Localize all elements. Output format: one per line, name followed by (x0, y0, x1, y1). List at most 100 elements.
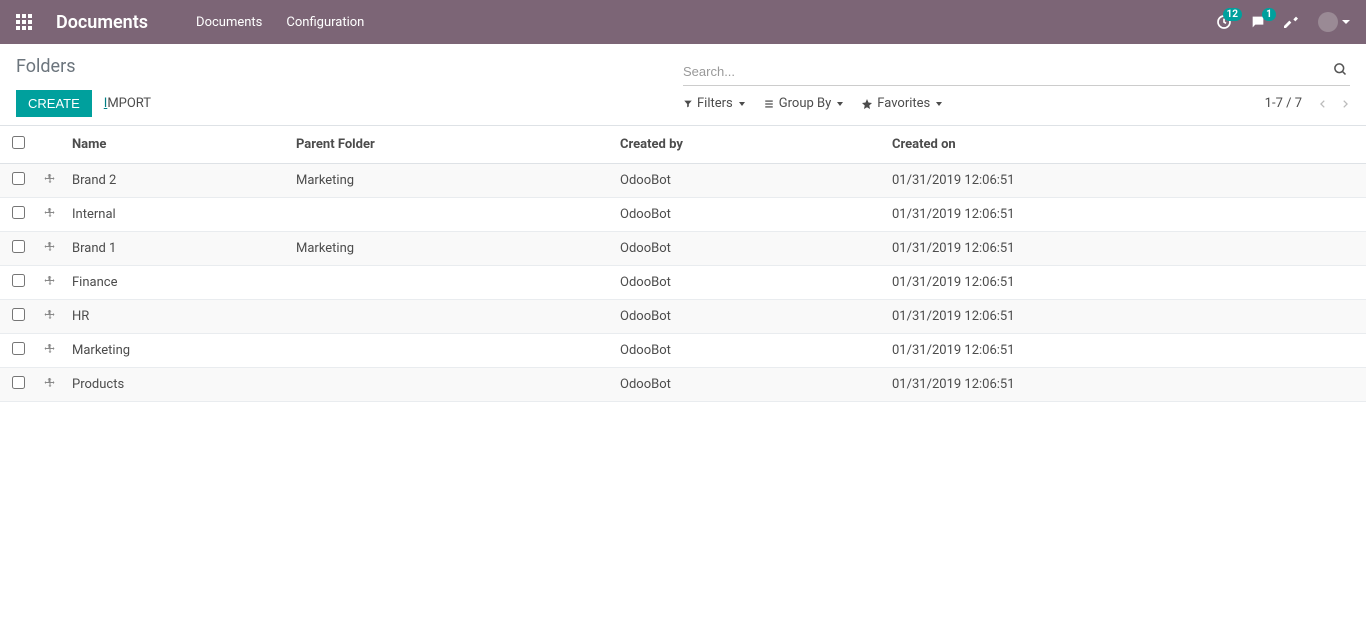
row-handle-cell (36, 232, 64, 266)
funnel-icon (683, 99, 693, 109)
drag-handle-icon[interactable] (44, 275, 56, 287)
row-checkbox[interactable] (12, 240, 25, 253)
header-createdby[interactable]: Created by (612, 126, 884, 164)
drag-handle-icon[interactable] (44, 343, 56, 355)
row-checkbox-cell (0, 232, 36, 266)
navbar-left: Documents Documents Configuration (16, 12, 1216, 33)
row-checkbox-cell (0, 266, 36, 300)
nav-link-configuration[interactable]: Configuration (286, 15, 364, 30)
row-checkbox[interactable] (12, 308, 25, 321)
table-row[interactable]: MarketingOdooBot01/31/2019 12:06:51 (0, 334, 1366, 368)
import-rest: mport (107, 96, 151, 111)
row-checkbox[interactable] (12, 206, 25, 219)
debug-button[interactable] (1284, 14, 1300, 30)
row-checkbox[interactable] (12, 172, 25, 185)
pager-next[interactable] (1340, 97, 1350, 111)
header-createdon[interactable]: Created on (884, 126, 1366, 164)
row-checkbox-cell (0, 300, 36, 334)
cell-createdon: 01/31/2019 12:06:51 (884, 164, 1366, 198)
drag-handle-icon[interactable] (44, 241, 56, 253)
wrench-icon (1284, 14, 1300, 30)
search-input[interactable] (683, 60, 1350, 85)
cell-parent: Marketing (288, 232, 612, 266)
drag-handle-icon[interactable] (44, 309, 56, 321)
table-row[interactable]: InternalOdooBot01/31/2019 12:06:51 (0, 198, 1366, 232)
header-parent[interactable]: Parent Folder (288, 126, 612, 164)
row-handle-cell (36, 198, 64, 232)
table-row[interactable]: Brand 1MarketingOdooBot01/31/2019 12:06:… (0, 232, 1366, 266)
apps-icon[interactable] (16, 14, 32, 30)
star-icon (861, 98, 873, 110)
cell-parent (288, 334, 612, 368)
row-handle-cell (36, 368, 64, 402)
groupby-button[interactable]: Group By (763, 96, 844, 111)
row-checkbox[interactable] (12, 342, 25, 355)
discuss-badge: 1 (1262, 8, 1276, 21)
header-checkbox-cell (0, 126, 36, 164)
cell-name: HR (64, 300, 288, 334)
list-icon (763, 99, 775, 109)
cell-name: Marketing (64, 334, 288, 368)
table-wrap: Name Parent Folder Created by Created on… (0, 125, 1366, 402)
cp-top-right (683, 52, 1350, 86)
table-row[interactable]: ProductsOdooBot01/31/2019 12:06:51 (0, 368, 1366, 402)
cell-createdby: OdooBot (612, 266, 884, 300)
chevron-down-icon (739, 102, 745, 106)
row-handle-cell (36, 334, 64, 368)
row-checkbox-cell (0, 334, 36, 368)
row-checkbox-cell (0, 198, 36, 232)
cell-createdby: OdooBot (612, 164, 884, 198)
cell-name: Internal (64, 198, 288, 232)
cell-name: Products (64, 368, 288, 402)
import-button[interactable]: Import (104, 96, 151, 111)
filters-button[interactable]: Filters (683, 96, 745, 111)
cell-createdby: OdooBot (612, 232, 884, 266)
nav-link-documents[interactable]: Documents (196, 15, 262, 30)
avatar (1318, 12, 1338, 32)
cp-top: Folders (16, 52, 1350, 86)
row-handle-cell (36, 300, 64, 334)
pager-prev[interactable] (1318, 97, 1328, 111)
cell-createdby: OdooBot (612, 198, 884, 232)
cell-parent: Marketing (288, 164, 612, 198)
row-checkbox[interactable] (12, 376, 25, 389)
select-all-checkbox[interactable] (12, 136, 25, 149)
cell-createdon: 01/31/2019 12:06:51 (884, 300, 1366, 334)
cell-name: Brand 2 (64, 164, 288, 198)
search-icon[interactable] (1333, 62, 1348, 77)
favorites-button[interactable]: Favorites (861, 96, 942, 111)
create-button[interactable]: Create (16, 90, 92, 117)
chevron-down-icon (936, 102, 942, 106)
row-checkbox-cell (0, 368, 36, 402)
cell-name: Brand 1 (64, 232, 288, 266)
discuss-button[interactable]: 1 (1250, 14, 1266, 30)
user-menu[interactable] (1318, 12, 1350, 32)
cell-createdon: 01/31/2019 12:06:51 (884, 266, 1366, 300)
row-handle-cell (36, 164, 64, 198)
cell-createdby: OdooBot (612, 368, 884, 402)
cell-createdon: 01/31/2019 12:06:51 (884, 232, 1366, 266)
cp-bottom: Create Import Filters Group By Favorites… (16, 90, 1350, 125)
search-wrap (683, 60, 1350, 86)
table-row[interactable]: HROdooBot01/31/2019 12:06:51 (0, 300, 1366, 334)
control-panel: Folders Create Import Filters Group (0, 44, 1366, 125)
folders-table: Name Parent Folder Created by Created on… (0, 126, 1366, 402)
cell-parent (288, 266, 612, 300)
cp-bottom-left: Create Import (16, 90, 683, 117)
navbar-right: 12 1 (1216, 12, 1350, 32)
activity-badge: 12 (1223, 8, 1242, 21)
pager-section: 1-7 / 7 (1265, 96, 1350, 111)
table-header-row: Name Parent Folder Created by Created on (0, 126, 1366, 164)
pager-text[interactable]: 1-7 / 7 (1265, 96, 1302, 111)
drag-handle-icon[interactable] (44, 207, 56, 219)
drag-handle-icon[interactable] (44, 173, 56, 185)
table-row[interactable]: Brand 2MarketingOdooBot01/31/2019 12:06:… (0, 164, 1366, 198)
row-checkbox[interactable] (12, 274, 25, 287)
app-brand[interactable]: Documents (56, 12, 148, 33)
filters-label: Filters (697, 96, 733, 111)
activity-button[interactable]: 12 (1216, 14, 1232, 30)
pager-arrows (1318, 97, 1350, 111)
header-name[interactable]: Name (64, 126, 288, 164)
drag-handle-icon[interactable] (44, 377, 56, 389)
table-row[interactable]: FinanceOdooBot01/31/2019 12:06:51 (0, 266, 1366, 300)
